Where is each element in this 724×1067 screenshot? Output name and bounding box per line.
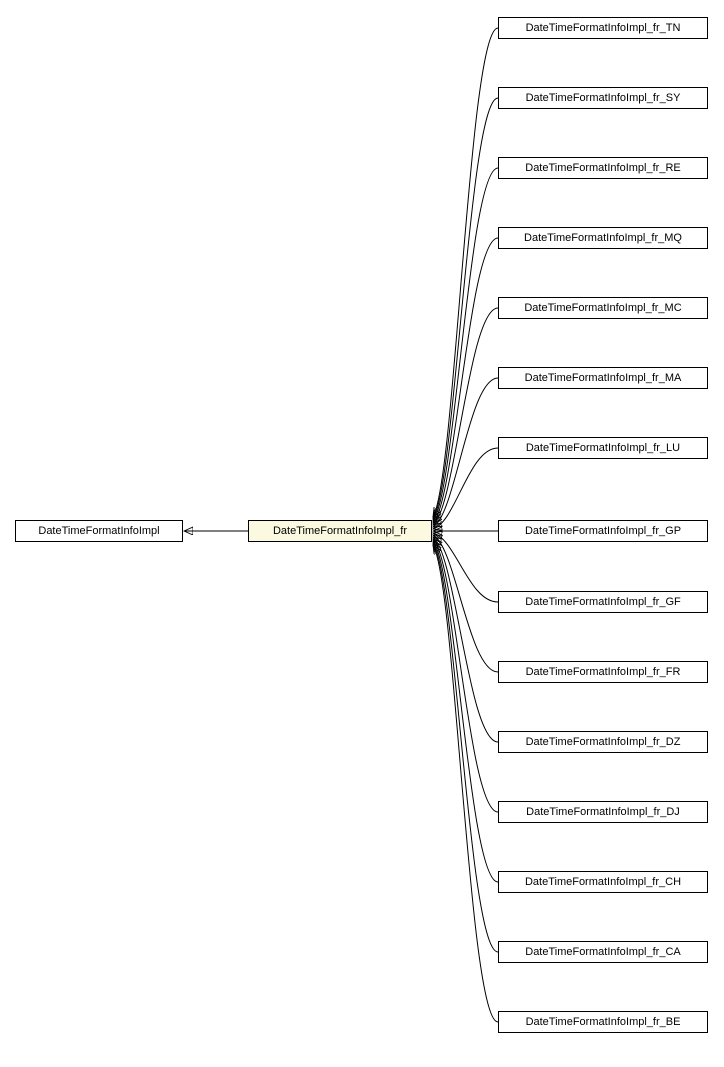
node-lu-label: DateTimeFormatInfoImpl_fr_LU xyxy=(526,442,680,454)
node-base-label: DateTimeFormatInfoImpl xyxy=(38,525,159,537)
edge xyxy=(433,308,498,525)
node-frfr[interactable]: DateTimeFormatInfoImpl_fr_FR xyxy=(498,661,708,683)
edge xyxy=(433,98,498,519)
node-mq-label: DateTimeFormatInfoImpl_fr_MQ xyxy=(524,232,682,244)
node-gf-label: DateTimeFormatInfoImpl_fr_GF xyxy=(525,596,680,608)
node-dj[interactable]: DateTimeFormatInfoImpl_fr_DJ xyxy=(498,801,708,823)
node-frfr-label: DateTimeFormatInfoImpl_fr_FR xyxy=(526,666,681,678)
node-sy[interactable]: DateTimeFormatInfoImpl_fr_SY xyxy=(498,87,708,109)
node-gp[interactable]: DateTimeFormatInfoImpl_fr_GP xyxy=(498,520,708,542)
node-center-label: DateTimeFormatInfoImpl_fr xyxy=(273,525,407,537)
node-gf[interactable]: DateTimeFormatInfoImpl_fr_GF xyxy=(498,591,708,613)
node-dz[interactable]: DateTimeFormatInfoImpl_fr_DZ xyxy=(498,731,708,753)
node-mc[interactable]: DateTimeFormatInfoImpl_fr_MC xyxy=(498,297,708,319)
node-be[interactable]: DateTimeFormatInfoImpl_fr_BE xyxy=(498,1011,708,1033)
node-tn[interactable]: DateTimeFormatInfoImpl_fr_TN xyxy=(498,17,708,39)
node-tn-label: DateTimeFormatInfoImpl_fr_TN xyxy=(526,22,681,34)
node-dz-label: DateTimeFormatInfoImpl_fr_DZ xyxy=(526,736,681,748)
node-ca-label: DateTimeFormatInfoImpl_fr_CA xyxy=(525,946,680,958)
node-re-label: DateTimeFormatInfoImpl_fr_RE xyxy=(525,162,680,174)
node-be-label: DateTimeFormatInfoImpl_fr_BE xyxy=(526,1016,681,1028)
edge xyxy=(433,543,498,952)
node-base[interactable]: DateTimeFormatInfoImpl xyxy=(15,520,183,542)
node-ma-label: DateTimeFormatInfoImpl_fr_MA xyxy=(525,372,682,384)
node-sy-label: DateTimeFormatInfoImpl_fr_SY xyxy=(526,92,681,104)
node-ma[interactable]: DateTimeFormatInfoImpl_fr_MA xyxy=(498,367,708,389)
edge xyxy=(433,537,498,742)
node-dj-label: DateTimeFormatInfoImpl_fr_DJ xyxy=(526,806,680,818)
node-mc-label: DateTimeFormatInfoImpl_fr_MC xyxy=(524,302,681,314)
node-ch[interactable]: DateTimeFormatInfoImpl_fr_CH xyxy=(498,871,708,893)
node-re[interactable]: DateTimeFormatInfoImpl_fr_RE xyxy=(498,157,708,179)
node-gp-label: DateTimeFormatInfoImpl_fr_GP xyxy=(525,525,681,537)
diagram-canvas: DateTimeFormatInfoImpl DateTimeFormatInfo… xyxy=(0,0,724,1067)
node-ch-label: DateTimeFormatInfoImpl_fr_CH xyxy=(525,876,681,888)
node-ca[interactable]: DateTimeFormatInfoImpl_fr_CA xyxy=(498,941,708,963)
node-center[interactable]: DateTimeFormatInfoImpl_fr xyxy=(248,520,432,542)
node-lu[interactable]: DateTimeFormatInfoImpl_fr_LU xyxy=(498,437,708,459)
node-mq[interactable]: DateTimeFormatInfoImpl_fr_MQ xyxy=(498,227,708,249)
edge xyxy=(433,533,498,602)
edge xyxy=(433,168,498,521)
